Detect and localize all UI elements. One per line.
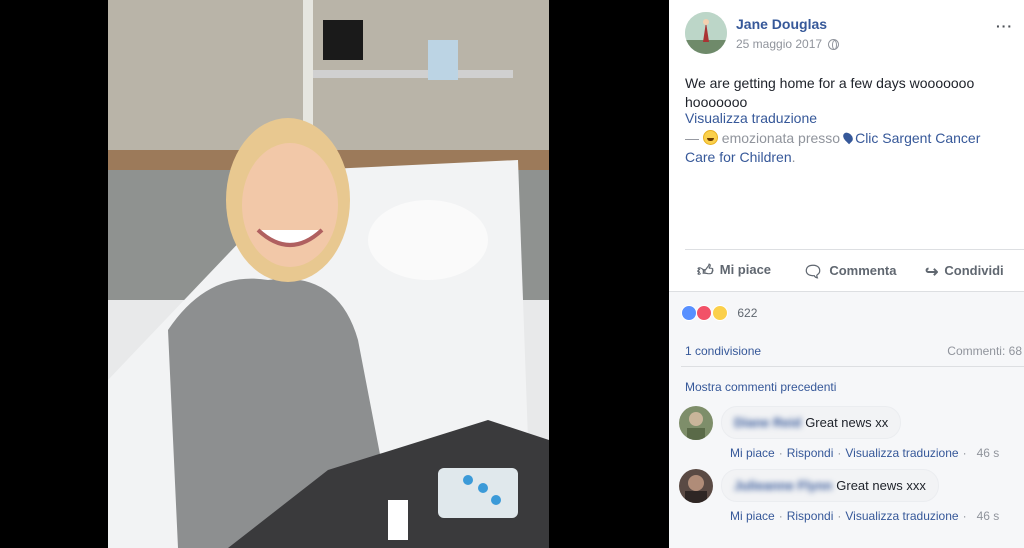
- thumbs-up-icon: 👍︎: [697, 263, 714, 280]
- divider: [681, 366, 1024, 367]
- post-actions-bar: 👍︎ Mi piace 🗨︎ Commenta ↪ Condividi: [685, 249, 1024, 291]
- feedback-section: 622 1 condivisione Commenti: 68 Mostra c…: [669, 291, 1024, 548]
- location-pin-icon: [841, 130, 855, 145]
- comment-actions: Mi piace · Rispondi · Visualizza traduzione ·…: [730, 446, 1000, 460]
- view-previous-comments-link[interactable]: Mostra commenti precedenti: [685, 380, 836, 394]
- globe-icon: [828, 39, 840, 50]
- comment-item: Diane Reid Great news xx Mi piace · Rispond…: [679, 406, 1019, 466]
- speech-bubble-icon: 🗨︎: [803, 264, 824, 281]
- love-reaction-icon: [696, 304, 713, 321]
- feeling-dash: —: [685, 130, 703, 146]
- comment-reply-link[interactable]: Rispondi: [787, 509, 834, 523]
- see-translation-link[interactable]: Visualizza traduzione: [685, 110, 817, 126]
- comment-time[interactable]: 46 s: [977, 509, 1000, 523]
- comment-bubble: Diane Reid Great news xx: [721, 406, 902, 439]
- comment-translate-link[interactable]: Visualizza traduzione: [845, 509, 958, 523]
- smile-emoji-icon: [702, 130, 718, 145]
- comment-item: Julieanne Flynn Great news xxx Mi piace · R…: [679, 469, 1019, 529]
- comment-reply-link[interactable]: Rispondi: [787, 446, 834, 460]
- share-button[interactable]: ↪ Condividi: [925, 262, 1004, 282]
- post-photo[interactable]: [108, 0, 549, 548]
- like-reaction-icon: [681, 304, 697, 321]
- post-date-link[interactable]: 25 maggio 2017: [736, 37, 822, 51]
- like-label: Mi piace: [719, 262, 772, 277]
- comment-text: Great news xx: [805, 415, 889, 430]
- commenter-name-link[interactable]: Diane Reid: [734, 415, 801, 430]
- author-avatar[interactable]: [685, 12, 727, 54]
- place-suffix: .: [791, 149, 796, 165]
- comment-like-link[interactable]: Mi piace: [730, 446, 775, 460]
- share-arrow-icon: ↪: [925, 264, 939, 281]
- post-text: We are getting home for a few days woooo…: [685, 75, 975, 110]
- comment-actions: Mi piace · Rispondi · Visualizza traduzione ·…: [730, 509, 1000, 523]
- comment-text: Great news xxx: [836, 478, 926, 493]
- comments-count[interactable]: Commenti: 68: [947, 344, 1022, 358]
- haha-reaction-icon: [711, 304, 728, 321]
- author-name-link[interactable]: Jane Douglas: [736, 16, 827, 32]
- feeling-label: emozionata presso: [721, 130, 841, 146]
- photo-viewer: [0, 0, 669, 548]
- more-options-icon[interactable]: ···: [996, 18, 1013, 34]
- reaction-count: 622: [737, 305, 758, 320]
- comment-button[interactable]: 🗨︎ Commenta: [803, 262, 897, 282]
- post-sidebar: Jane Douglas 25 maggio 2017 ··· We are g…: [669, 0, 1024, 548]
- comment-translate-link[interactable]: Visualizza traduzione: [845, 446, 958, 460]
- feeling-activity: — emozionata presso Clic Sargent Cancer C…: [685, 129, 1010, 167]
- comment-bubble: Julieanne Flynn Great news xxx: [721, 469, 939, 502]
- comment-like-link[interactable]: Mi piace: [730, 509, 775, 523]
- post-date: 25 maggio 2017: [736, 37, 840, 51]
- post-header: Jane Douglas 25 maggio 2017 ···: [685, 12, 1015, 54]
- commenter-avatar[interactable]: [679, 469, 713, 503]
- share-label: Condividi: [944, 263, 1004, 278]
- shares-link[interactable]: 1 condivisione: [685, 344, 761, 358]
- like-button[interactable]: 👍︎ Mi piace: [697, 262, 771, 281]
- commenter-name-link[interactable]: Julieanne Flynn: [734, 478, 832, 493]
- photo-illustration: [108, 0, 549, 548]
- reactions-summary[interactable]: 622: [681, 304, 757, 322]
- comment-label: Commenta: [829, 263, 897, 278]
- comment-time[interactable]: 46 s: [977, 446, 1000, 460]
- commenter-avatar[interactable]: [679, 406, 713, 440]
